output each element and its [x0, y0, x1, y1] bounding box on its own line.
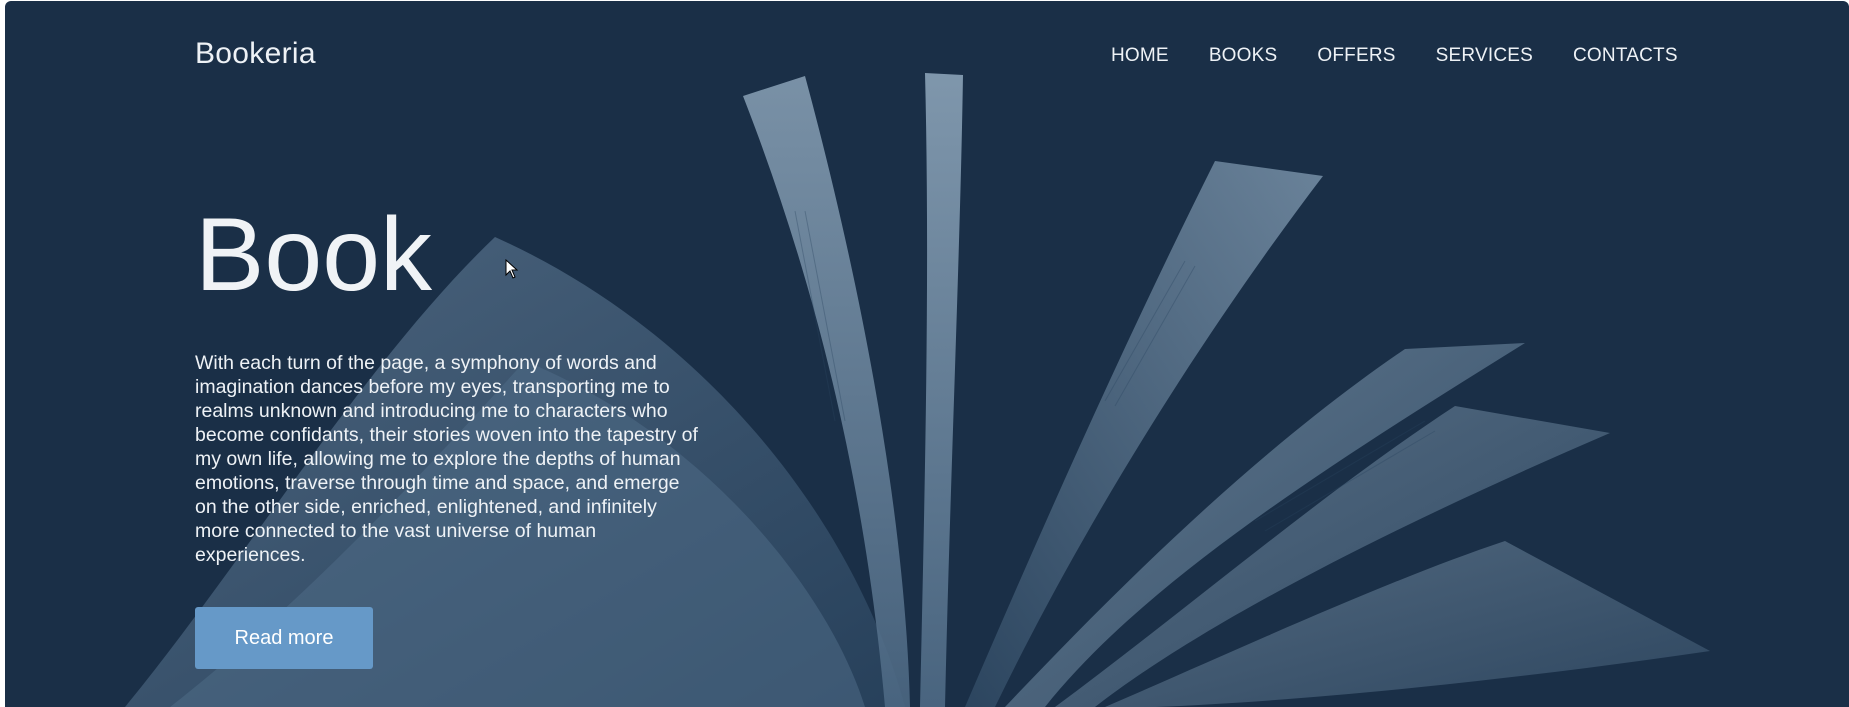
- nav-item-home[interactable]: HOME: [1111, 45, 1169, 67]
- nav-item-contacts[interactable]: CONTACTS: [1573, 45, 1678, 67]
- page-frame: Bookeria HOME BOOKS OFFERS SERVICES CONT…: [5, 1, 1849, 707]
- nav-item-services[interactable]: SERVICES: [1436, 45, 1533, 67]
- main-nav: HOME BOOKS OFFERS SERVICES CONTACTS: [1111, 45, 1678, 67]
- site-logo[interactable]: Bookeria: [195, 37, 316, 71]
- hero-description: With each turn of the page, a symphony o…: [195, 352, 698, 566]
- read-more-button[interactable]: Read more: [195, 607, 373, 669]
- nav-item-books[interactable]: BOOKS: [1209, 45, 1278, 67]
- mouse-pointer-icon: [505, 259, 519, 279]
- nav-item-offers[interactable]: OFFERS: [1317, 45, 1395, 67]
- hero-title: Book: [195, 197, 433, 313]
